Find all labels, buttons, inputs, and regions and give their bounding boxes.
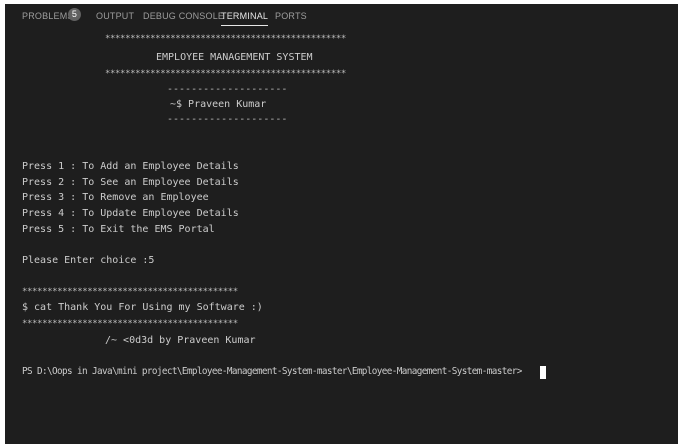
- tab-problems[interactable]: PROBLEMS: [22, 11, 74, 21]
- menu-option-5: Press 5 : To Exit the EMS Portal: [22, 224, 215, 235]
- choice-prompt: Please Enter choice :5: [22, 255, 155, 266]
- panel-tab-bar: PROBLEMS 5 OUTPUT DEBUG CONSOLE TERMINAL…: [5, 4, 678, 28]
- author-line: ~$ Praveen Kumar: [170, 99, 267, 110]
- banner-stars-top: ****************************************…: [105, 34, 346, 44]
- menu-option-2: Press 2 : To See an Employee Details: [22, 177, 239, 188]
- exit-stars-bottom: ****************************************…: [22, 319, 238, 329]
- tab-output[interactable]: OUTPUT: [96, 11, 134, 21]
- dash-line-top: --------------------: [167, 84, 288, 95]
- exit-stars-top: ****************************************…: [22, 287, 238, 297]
- problems-count-badge: 5: [68, 8, 81, 21]
- terminal-cursor: [540, 366, 546, 379]
- tab-debug-console[interactable]: DEBUG CONSOLE: [143, 11, 224, 21]
- dash-line-bottom: --------------------: [167, 114, 288, 125]
- banner-stars-bottom: ****************************************…: [105, 69, 346, 79]
- vscode-panel: PROBLEMS 5 OUTPUT DEBUG CONSOLE TERMINAL…: [5, 4, 678, 444]
- credit-line: /~ <0d3d by Praveen Kumar: [105, 335, 256, 346]
- tab-ports[interactable]: PORTS: [275, 11, 307, 21]
- menu-option-4: Press 4 : To Update Employee Details: [22, 208, 239, 219]
- menu-option-1: Press 1 : To Add an Employee Details: [22, 161, 239, 172]
- app-title: EMPLOYEE MANAGEMENT SYSTEM: [156, 52, 313, 63]
- thank-you-line: $ cat Thank You For Using my Software :): [22, 302, 263, 313]
- menu-option-3: Press 3 : To Remove an Employee: [22, 192, 209, 203]
- tab-terminal[interactable]: TERMINAL: [221, 11, 269, 26]
- shell-prompt: PS D:\Oops in Java\mini project\Employee…: [22, 366, 522, 377]
